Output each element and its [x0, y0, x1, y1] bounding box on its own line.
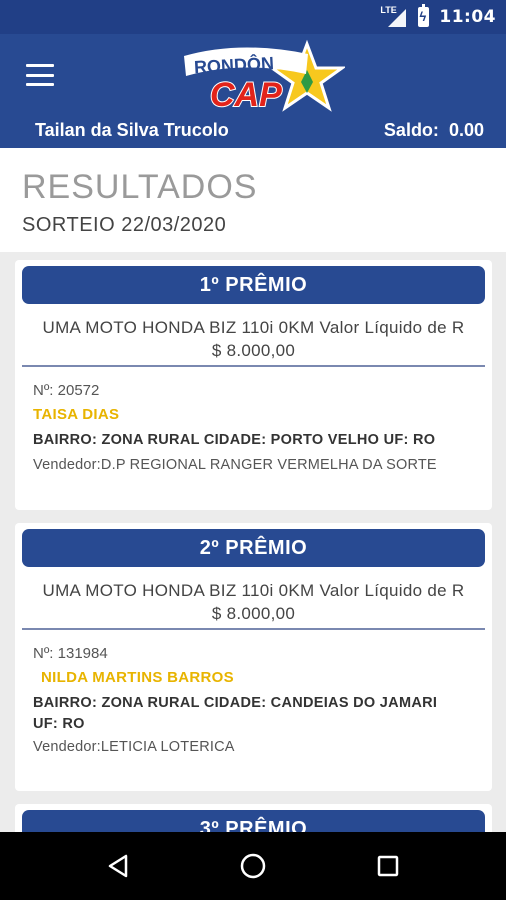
logo-text-top: RONDÔN [193, 52, 274, 77]
page-title: RESULTADOS [22, 168, 258, 206]
balance-label: Saldo: [383, 120, 439, 140]
balance: Saldo: 0.00 [384, 120, 484, 141]
seller: Vendedor:LETICIA LOTERICA [33, 739, 235, 755]
ticket-number: Nº: 20572 [33, 382, 100, 399]
recents-icon[interactable] [368, 846, 408, 886]
prize-card: 2º PRÊMIO UMA MOTO HONDA BIZ 110i 0KM Va… [15, 523, 492, 791]
hamburger-menu-icon[interactable] [26, 64, 54, 86]
battery-icon: ϟ [418, 4, 430, 27]
winner-address: BAIRRO: ZONA RURAL CIDADE: CANDEIAS DO J… [33, 695, 438, 732]
divider [22, 365, 485, 367]
results-header: RESULTADOS SORTEIO 22/03/2020 [0, 148, 506, 252]
logo-text-bottom: CAP [210, 76, 282, 114]
winner-name: NILDA MARTINS BARROS [41, 669, 234, 686]
status-time: 11:04 [439, 7, 496, 27]
app-header: RONDÔN CAP Tailan da Silva Trucolo Saldo… [0, 34, 506, 148]
prize-description-line: $ 8.000,00 [211, 604, 296, 623]
prize-description-line: UMA MOTO HONDA BIZ 110i 0KM Valor Líquid… [42, 318, 465, 337]
prize-title: 2º PRÊMIO [22, 529, 485, 567]
prize-card: 1º PRÊMIO UMA MOTO HONDA BIZ 110i 0KM Va… [15, 260, 492, 510]
back-icon[interactable] [98, 846, 138, 886]
prize-description: UMA MOTO HONDA BIZ 110i 0KM Valor Líquid… [15, 579, 492, 625]
prize-description: UMA MOTO HONDA BIZ 110i 0KM Valor Líquid… [15, 316, 492, 362]
ticket-number: Nº: 131984 [33, 645, 108, 662]
draw-date: SORTEIO 22/03/2020 [22, 214, 227, 236]
prize-description-line: UMA MOTO HONDA BIZ 110i 0KM Valor Líquid… [42, 581, 465, 600]
seller: Vendedor:D.P REGIONAL RANGER VERMELHA DA… [33, 457, 437, 473]
system-nav-bar [0, 832, 506, 900]
winner-address: BAIRRO: ZONA RURAL CIDADE: PORTO VELHO U… [33, 432, 436, 448]
status-bar: LTE ϟ 11:04 [0, 0, 506, 34]
prize-description-line: $ 8.000,00 [211, 341, 296, 360]
divider [22, 628, 485, 630]
user-name: Tailan da Silva Trucolo [35, 120, 229, 140]
winner-name: TAISA DIAS [33, 406, 120, 423]
balance-value: 0.00 [448, 120, 484, 140]
prize-title: 1º PRÊMIO [22, 266, 485, 304]
rondoncap-logo: RONDÔN CAP [184, 39, 345, 115]
home-icon[interactable] [233, 846, 273, 886]
signal-icon: LTE [380, 5, 408, 29]
